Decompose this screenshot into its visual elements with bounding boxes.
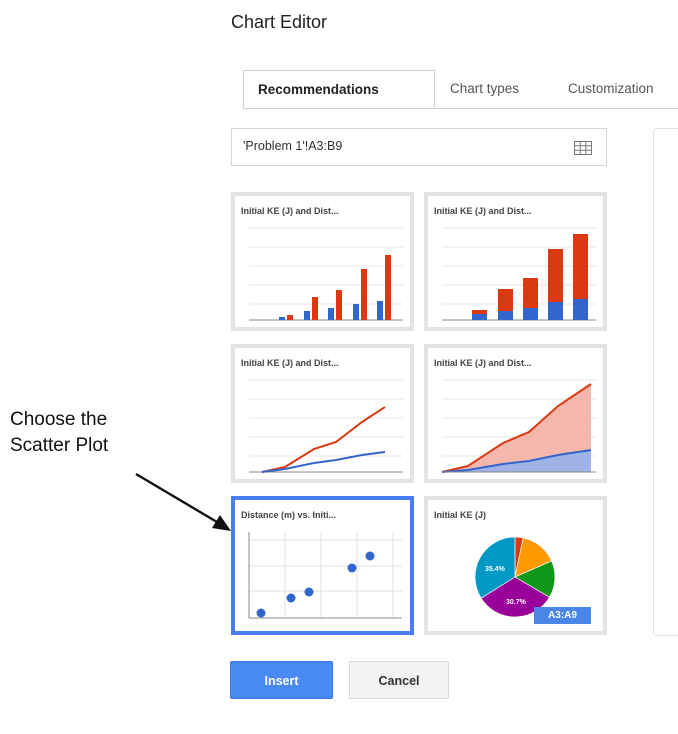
stacked-bar xyxy=(472,310,487,314)
annotation-line: Choose the xyxy=(10,409,108,430)
scatter-point xyxy=(365,551,375,561)
chart-preview-panel xyxy=(653,128,678,636)
data-range-value: 'Problem 1'!A3:B9 xyxy=(243,139,343,153)
column-bar xyxy=(304,311,310,320)
chart-thumbnail-scatter[interactable]: Distance (m) vs. Initi... xyxy=(231,496,414,635)
data-range-field[interactable]: 'Problem 1'!A3:B9 xyxy=(231,128,607,166)
column-bar xyxy=(385,255,391,320)
stacked-bar xyxy=(573,234,588,299)
scatter-chart-preview xyxy=(248,532,402,619)
scatter-point xyxy=(304,587,314,597)
column-bar xyxy=(377,301,383,320)
annotation-text: Choose the Scatter Plot xyxy=(10,407,108,459)
column-bar xyxy=(287,315,293,320)
line-series-blue xyxy=(261,451,386,473)
insert-button[interactable]: Insert xyxy=(230,661,333,699)
chart-thumbnail-column[interactable]: Initial KE (J) and Dist... xyxy=(231,192,414,331)
chart-thumbnail-pie[interactable]: Initial KE (J) 35.4% 30.7% A3:A9 xyxy=(424,496,607,635)
dialog-title: Chart Editor xyxy=(231,12,328,32)
column-bar xyxy=(312,297,318,320)
scatter-point xyxy=(256,608,266,618)
stacked-bar xyxy=(548,249,563,302)
column-bar xyxy=(328,308,334,320)
tab-bar: Recommendations Chart types Customizatio… xyxy=(243,70,678,109)
tab-recommendations[interactable]: Recommendations xyxy=(243,70,435,108)
stacked-bar xyxy=(498,311,513,320)
stacked-bar xyxy=(472,314,487,320)
stacked-bar xyxy=(523,308,538,320)
stacked-bar xyxy=(498,289,513,311)
scatter-point xyxy=(286,593,296,603)
annotation-line: Scatter Plot xyxy=(10,435,109,456)
chart-thumbnail-area[interactable]: Initial KE (J) and Dist... xyxy=(424,344,607,483)
column-bar xyxy=(361,269,367,320)
cancel-button[interactable]: Cancel xyxy=(349,661,449,699)
stacked-bar xyxy=(523,278,538,308)
range-badge: A3:A9 xyxy=(534,607,591,624)
tab-customization[interactable]: Customization xyxy=(568,70,654,108)
tab-chart-types[interactable]: Chart types xyxy=(450,70,519,108)
stacked-column-preview xyxy=(442,227,596,321)
grid-icon[interactable] xyxy=(574,141,592,155)
stacked-bar xyxy=(573,299,588,320)
pie-label: 30.7% xyxy=(506,599,526,606)
column-bar xyxy=(336,290,342,320)
column-bar xyxy=(279,317,285,320)
chart-thumbnail-line[interactable]: Initial KE (J) and Dist... xyxy=(231,344,414,483)
chart-thumbnail-stacked-column[interactable]: Initial KE (J) and Dist... xyxy=(424,192,607,331)
area-chart-preview xyxy=(441,379,596,473)
stacked-bar xyxy=(548,302,563,320)
pie-label: 35.4% xyxy=(485,566,505,573)
column-chart-preview xyxy=(249,227,403,321)
column-bar xyxy=(353,304,359,320)
scatter-point xyxy=(347,563,357,573)
line-chart-preview xyxy=(249,379,403,473)
